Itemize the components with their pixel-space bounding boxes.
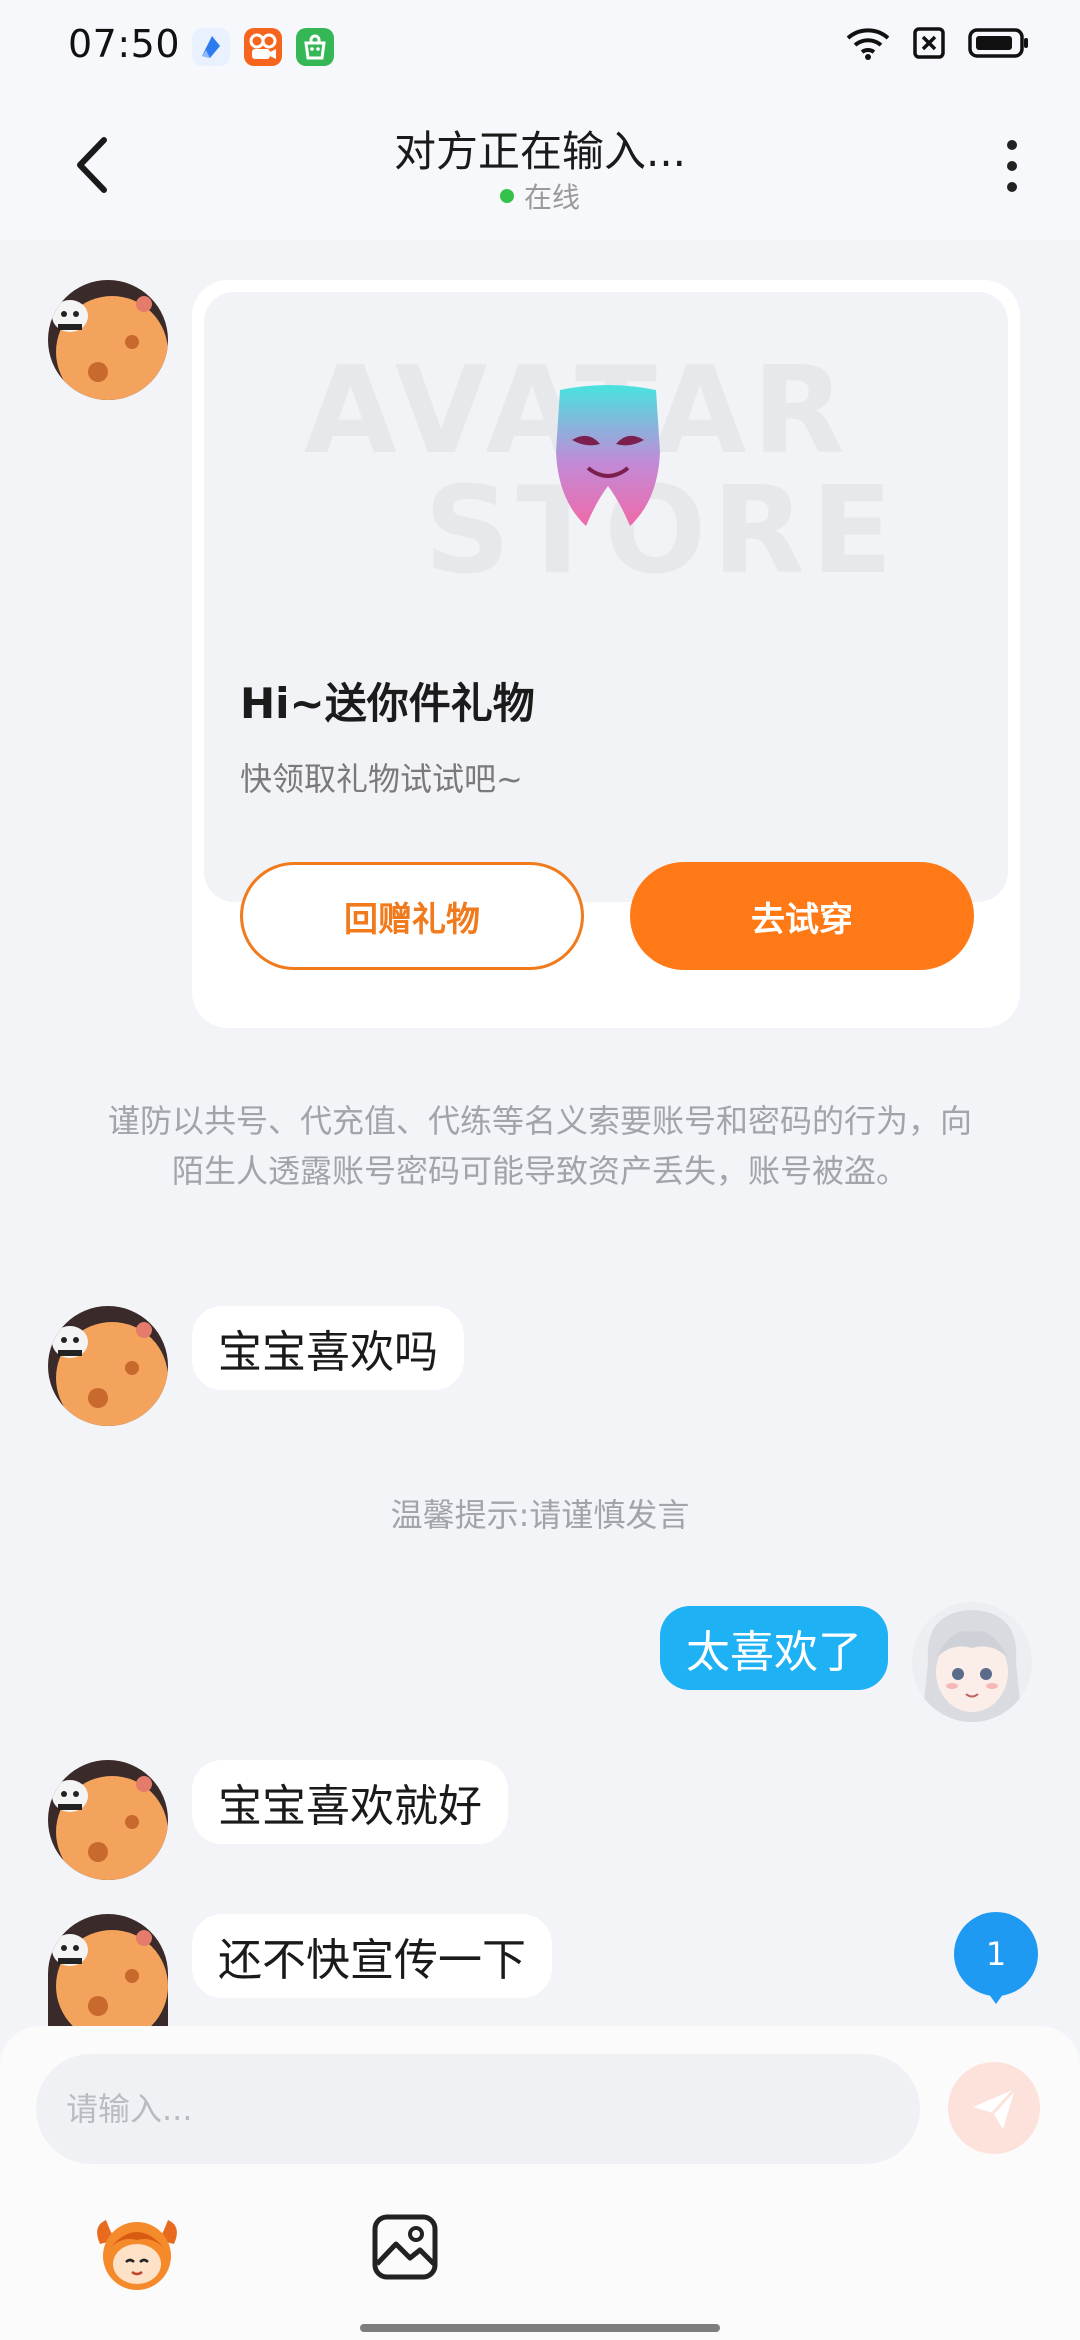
my-avatar[interactable] [912, 1602, 1032, 1722]
contact-avatar[interactable] [48, 280, 168, 400]
online-status-label: 在线 [523, 181, 580, 214]
image-picker-button[interactable] [370, 2212, 440, 2282]
wifi-icon [846, 26, 890, 64]
status-bar: 07:50 [0, 0, 1080, 96]
security-warning: 谨防以共号、代充值、代练等名义索要账号和密码的行为，向陌生人透露账号密码可能导致… [107, 1102, 972, 1190]
battery-icon [968, 27, 1030, 63]
chat-header: 对方正在输入... 在线 [0, 96, 1080, 240]
status-time: 07:50 [68, 22, 181, 66]
mask-gift-icon [556, 385, 660, 526]
image-icon [372, 2214, 438, 2280]
gift-title: Hi~送你件礼物 [240, 679, 535, 728]
send-button[interactable] [948, 2062, 1040, 2154]
more-dot-icon [1007, 182, 1017, 192]
gift-banner-image: AVATAR STORE [204, 292, 1008, 632]
online-status: 在线 [0, 176, 1080, 216]
gift-card: AVATAR STORE Hi~送你件礼物 快领取礼物试试吧~ 回赠礼物 去试穿 [192, 280, 1020, 1028]
message-bubble-received[interactable]: 还不快宣传一下 [192, 1914, 552, 1998]
avatar-sticker-button[interactable] [92, 2206, 182, 2296]
unread-count-badge[interactable]: 1 [954, 1912, 1038, 1996]
sim-icon [912, 26, 946, 64]
more-dot-icon [1007, 140, 1017, 150]
more-options-button[interactable] [1000, 140, 1024, 192]
store-app-icon [296, 28, 334, 66]
contact-avatar[interactable] [48, 1760, 168, 1880]
message-bubble-sent[interactable]: 太喜欢了 [660, 1606, 888, 1690]
return-gift-button[interactable]: 回赠礼物 [240, 862, 584, 970]
notification-icons [192, 28, 334, 66]
gift-banner: AVATAR STORE [204, 292, 1008, 902]
contact-avatar[interactable] [48, 1914, 168, 2026]
gift-subtitle: 快领取礼物试试吧~ [240, 760, 523, 798]
system-icons [846, 26, 1030, 64]
home-indicator[interactable] [360, 2324, 720, 2332]
video-app-icon [244, 28, 282, 66]
more-dot-icon [1007, 161, 1017, 171]
message-input[interactable] [36, 2054, 920, 2164]
tip-notice: 温馨提示:请谨慎发言 [390, 1496, 690, 1534]
message-bubble-received[interactable]: 宝宝喜欢就好 [192, 1760, 508, 1844]
contact-avatar[interactable] [48, 1306, 168, 1426]
message-bubble-received[interactable]: 宝宝喜欢吗 [192, 1306, 464, 1390]
send-icon [973, 2087, 1017, 2129]
try-on-button[interactable]: 去试穿 [630, 862, 974, 970]
browser-app-icon [192, 28, 230, 66]
page-title: 对方正在输入... [393, 127, 687, 176]
online-dot-icon [499, 189, 514, 203]
badge-tail [983, 1986, 1009, 2004]
input-panel [0, 2026, 1080, 2340]
mascot-icon [97, 2220, 177, 2290]
